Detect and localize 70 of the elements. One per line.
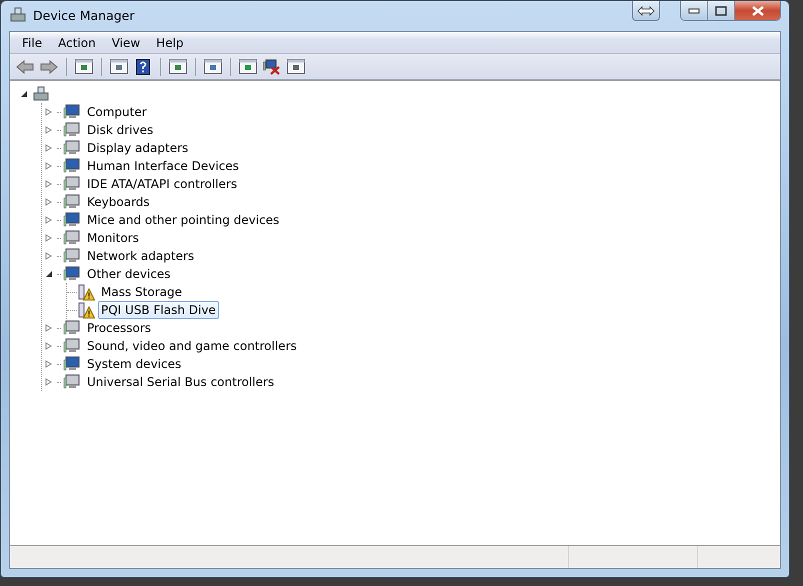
back-arrow-icon	[16, 60, 34, 74]
tree-item[interactable]: Computer	[84, 103, 150, 121]
tree-item[interactable]: IDE ATA/ATAPI controllers	[84, 175, 240, 193]
double-arrow-icon	[637, 6, 655, 16]
tree-item[interactable]: Disk drives	[84, 121, 156, 139]
help-icon	[136, 58, 150, 74]
device-icon	[63, 104, 81, 120]
tree-item[interactable]: Keyboards	[84, 193, 153, 211]
expand-arrow-icon[interactable]	[45, 360, 53, 368]
expand-arrow-icon[interactable]	[45, 324, 53, 332]
tree-item[interactable]: Human Interface Devices	[84, 157, 242, 175]
window-icon	[204, 59, 222, 74]
expand-arrow-icon[interactable]	[45, 162, 53, 170]
expand-arrow-icon[interactable]	[45, 342, 53, 350]
tree-item[interactable]: Processors	[84, 319, 154, 337]
forward-arrow-icon	[40, 60, 58, 74]
device-icon	[63, 230, 81, 246]
tree-item[interactable]: Network adapters	[84, 247, 198, 265]
device-icon	[63, 374, 81, 390]
expand-arrow-icon[interactable]	[45, 108, 53, 116]
window-icon	[239, 59, 257, 74]
window-icon	[169, 59, 187, 74]
menu-item[interactable]: Help	[148, 36, 192, 50]
tree-item[interactable]: Monitors	[84, 229, 142, 247]
device-icon	[63, 122, 81, 138]
tree-item[interactable]: PQI USB Flash Dive	[98, 301, 219, 319]
expand-arrow-icon[interactable]	[45, 216, 53, 224]
expand-arrow-icon[interactable]	[45, 126, 53, 134]
device-icon	[63, 320, 81, 336]
device-icon	[63, 356, 81, 372]
window-icon	[110, 59, 128, 74]
menu-item[interactable]: File	[14, 36, 50, 50]
device-icon	[63, 140, 81, 156]
window-icon	[287, 59, 305, 74]
expand-arrow-icon[interactable]	[45, 378, 53, 386]
tree-item[interactable]: Sound, video and game controllers	[84, 337, 300, 355]
minimize-icon	[688, 8, 700, 14]
device-manager-icon	[9, 7, 27, 23]
maximize-button[interactable]	[708, 1, 735, 20]
snap-button[interactable]	[632, 1, 660, 21]
tree-item[interactable]: Display adapters	[84, 139, 192, 157]
menu-item[interactable]: Action	[50, 36, 104, 50]
device-icon	[63, 248, 81, 264]
expand-arrow-icon[interactable]	[45, 144, 53, 152]
collapse-arrow-icon[interactable]	[45, 270, 53, 278]
expand-arrow-icon[interactable]	[45, 252, 53, 260]
tree-item[interactable]: Universal Serial Bus controllers	[84, 373, 278, 391]
device-icon	[63, 176, 81, 192]
collapse-arrow-icon[interactable]	[20, 90, 28, 98]
close-icon	[752, 6, 764, 16]
menu-item[interactable]: View	[104, 36, 148, 50]
tree-item[interactable]: System devices	[84, 355, 184, 373]
window-title: Device Manager	[33, 8, 135, 23]
device-remove-icon	[263, 58, 281, 74]
computer-icon[interactable]	[32, 86, 50, 102]
expand-arrow-icon[interactable]	[45, 198, 53, 206]
device-icon	[63, 194, 81, 210]
minimize-button[interactable]	[681, 1, 708, 20]
device-icon	[63, 266, 81, 282]
device-icon	[63, 338, 81, 354]
tree-item[interactable]: Other devices	[84, 265, 174, 283]
device-icon	[63, 158, 81, 174]
tree-item[interactable]: Mice and other pointing devices	[84, 211, 282, 229]
close-button[interactable]	[735, 1, 780, 20]
tree-item[interactable]: Mass Storage	[98, 283, 185, 301]
expand-arrow-icon[interactable]	[45, 180, 53, 188]
maximize-icon	[715, 6, 727, 16]
window-icon	[75, 59, 93, 74]
device-icon	[63, 212, 81, 228]
expand-arrow-icon[interactable]	[45, 234, 53, 242]
